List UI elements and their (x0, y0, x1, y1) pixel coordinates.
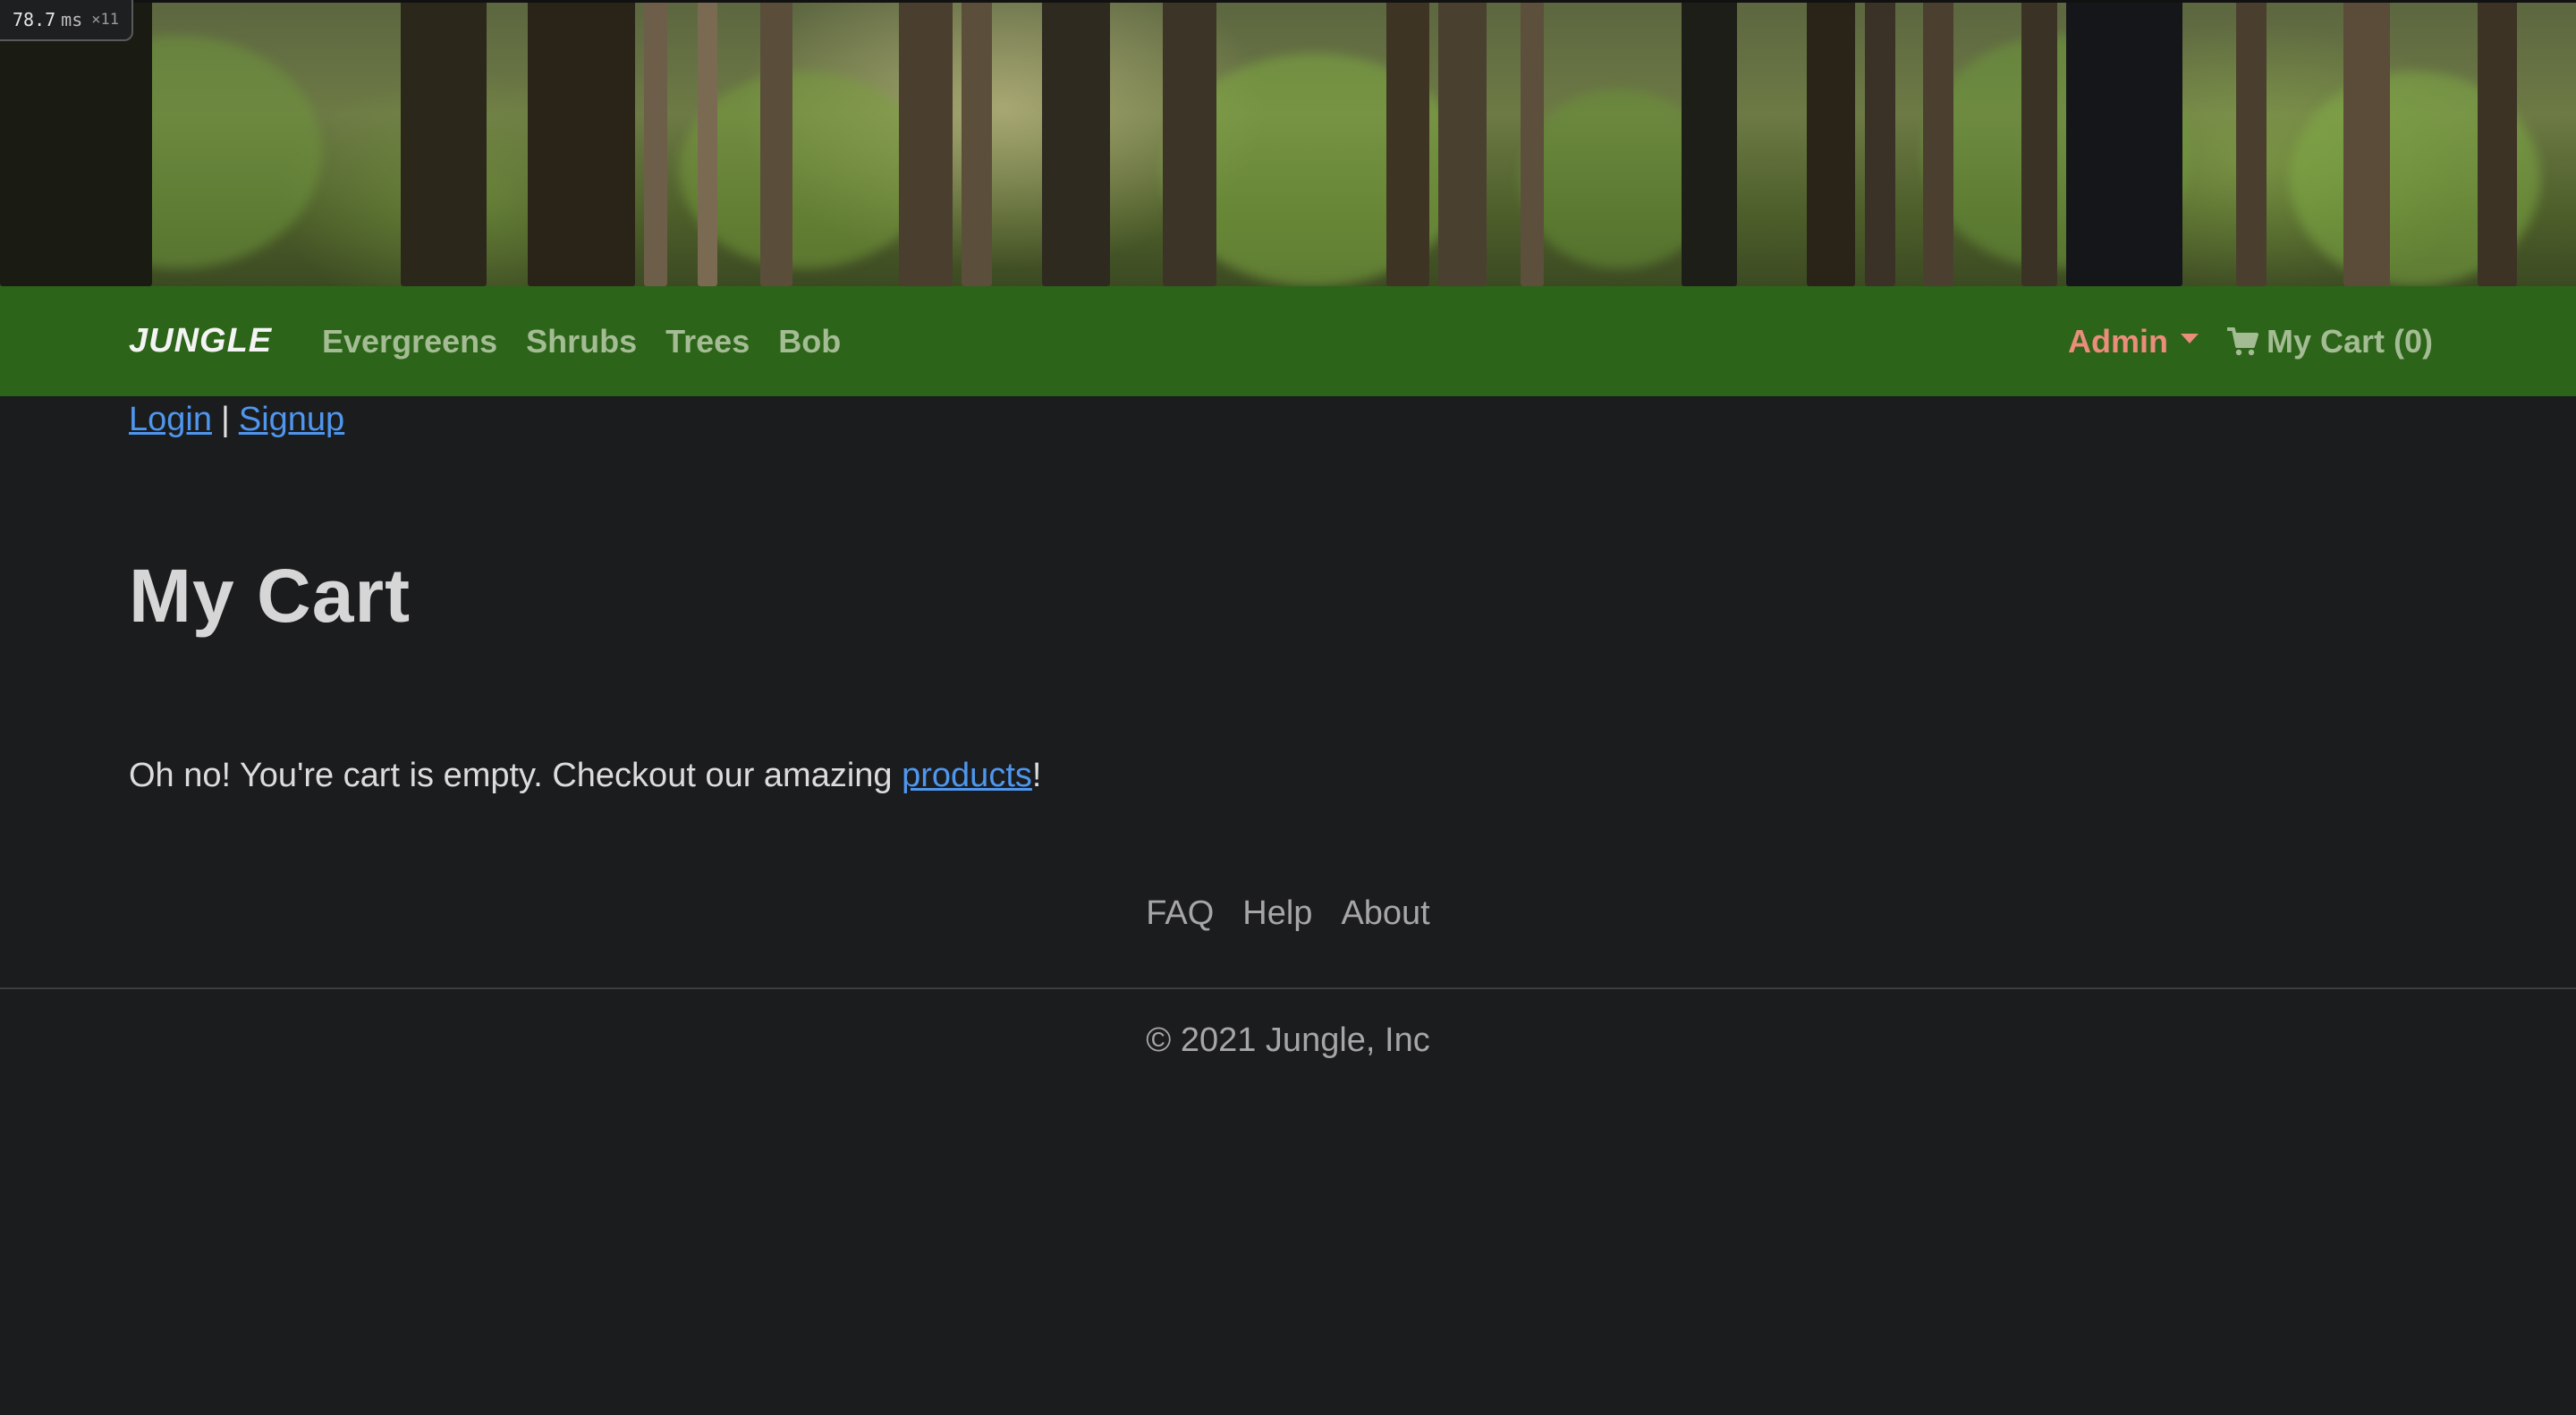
auth-separator: | (220, 401, 230, 438)
navbar-right: Admin My Cart (0) (2068, 323, 2433, 360)
products-link[interactable]: products (902, 757, 1032, 794)
timing-unit: ms (61, 9, 83, 30)
empty-cart-suffix: ! (1031, 757, 1042, 794)
hero-banner-image (0, 0, 2576, 286)
empty-cart-text: Oh no! You're cart is empty. Checkout ou… (129, 757, 902, 794)
my-cart-link[interactable]: My Cart (0) (2226, 322, 2433, 360)
auth-links: Login | Signup (129, 401, 344, 439)
nav-link-bob[interactable]: Bob (778, 323, 841, 360)
nav-link-evergreens[interactable]: Evergreens (322, 323, 497, 360)
shopping-cart-icon (2226, 326, 2258, 355)
footer-link-help[interactable]: Help (1242, 894, 1312, 933)
login-link[interactable]: Login (129, 401, 212, 438)
nav-link-shrubs[interactable]: Shrubs (526, 323, 637, 360)
cart-label: My Cart (0) (2266, 322, 2433, 360)
nav-link-trees[interactable]: Trees (665, 323, 750, 360)
timing-value: 78.7 (13, 9, 56, 30)
main-navbar: JUNGLE Evergreens Shrubs Trees Bob Admin… (0, 286, 2576, 396)
empty-cart-message: Oh no! You're cart is empty. Checkout ou… (129, 757, 1041, 795)
footer-link-faq[interactable]: FAQ (1146, 894, 1214, 933)
timing-multiplier: ×11 (91, 11, 119, 29)
category-nav: Evergreens Shrubs Trees Bob (322, 323, 841, 360)
page-title: My Cart (129, 554, 411, 638)
copyright-text: © 2021 Jungle, Inc (1146, 1021, 1430, 1059)
footer-divider (0, 987, 2576, 989)
footer-links: FAQ Help About (0, 894, 2576, 933)
footer-link-about[interactable]: About (1341, 894, 1429, 933)
signup-link[interactable]: Signup (239, 401, 344, 438)
admin-dropdown-toggle[interactable]: Admin (2068, 323, 2199, 360)
brand-logo[interactable]: JUNGLE (129, 322, 272, 360)
admin-label: Admin (2067, 322, 2168, 360)
render-timing-badge: 78.7 ms ×11 (0, 0, 133, 41)
caret-down-icon (2180, 334, 2199, 343)
